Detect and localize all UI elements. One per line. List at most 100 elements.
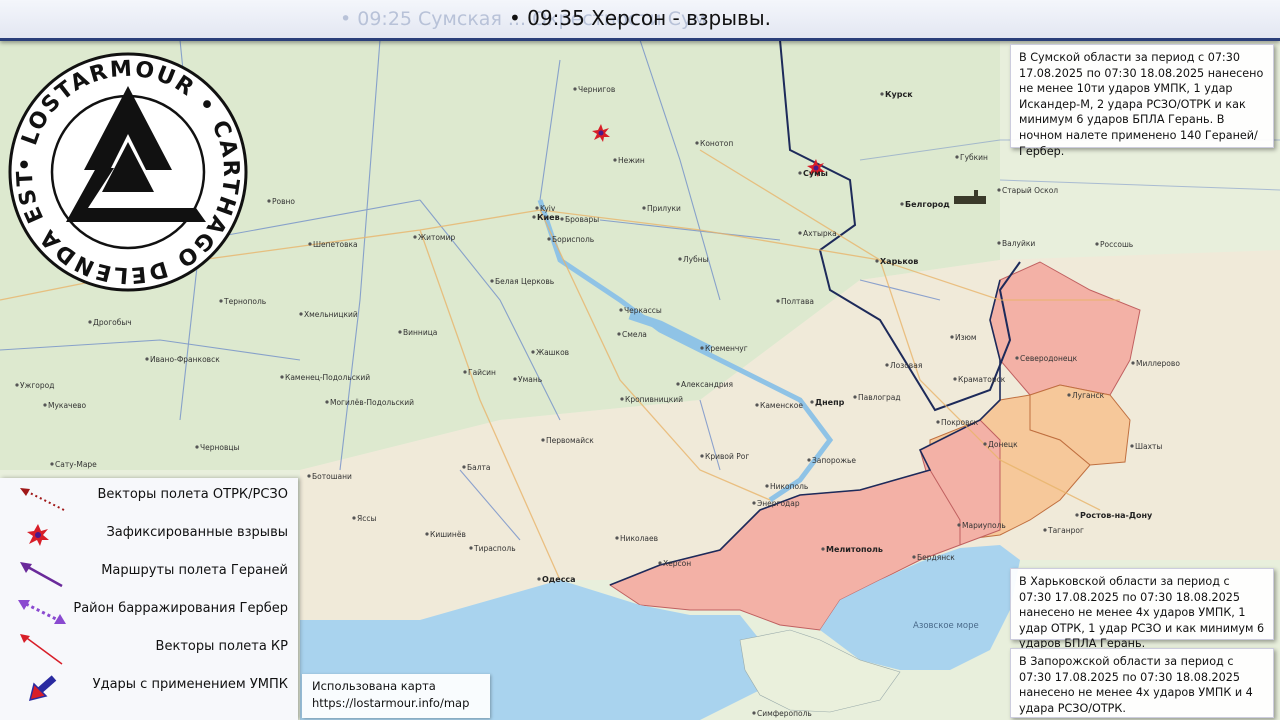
city-label-brovary: Бровары xyxy=(565,215,599,224)
city-dot-kharkov xyxy=(875,259,879,263)
city-label-kremenchug: Кременчуг xyxy=(705,344,748,353)
city-label-rovno: Ровно xyxy=(272,197,295,206)
city-label-mukachevo: Мукачево xyxy=(48,401,87,410)
city-label-satu-mare: Сату-Маре xyxy=(55,460,97,469)
city-dot-zaporozhye xyxy=(807,458,811,462)
city-label-kharkov: Харьков xyxy=(880,257,918,266)
city-label-borispol: Борисполь xyxy=(552,235,594,244)
city-dot-rossosh xyxy=(1095,242,1099,246)
city-label-zaporozhye: Запорожье xyxy=(812,456,856,465)
city-label-lozovaya: Лозовая xyxy=(890,361,922,370)
city-dot-taganrog xyxy=(1043,528,1047,532)
legend-label: Маршруты полета Гераней xyxy=(101,563,288,578)
city-dot-zhashkov xyxy=(531,350,535,354)
city-dot-uzhgorod xyxy=(15,383,19,387)
city-label-kamenets: Каменец-Подольский xyxy=(285,373,370,382)
city-label-valuyki: Валуйки xyxy=(1002,239,1035,248)
city-dot-gaysin xyxy=(463,370,467,374)
city-dot-kiev xyxy=(532,215,536,219)
city-label-balta: Балта xyxy=(467,463,491,472)
city-dot-uman xyxy=(513,377,517,381)
city-label-khmelnitsky: Хмельницкий xyxy=(304,310,358,319)
city-dot-kherson xyxy=(658,561,662,565)
city-label-severodonetsk: Северодонецк xyxy=(1020,354,1078,363)
city-dot-smela xyxy=(617,332,621,336)
info-box-sumy-text: В Сумской области за период с 07:30 17.0… xyxy=(1019,51,1264,158)
city-label-simferopol: Симферополь xyxy=(757,709,812,718)
city-dot-akhtyrka xyxy=(798,231,802,235)
legend-label: Зафиксированные взрывы xyxy=(106,525,288,540)
city-label-belgorod: Белгород xyxy=(905,200,950,209)
map-legend: Векторы полета ОТРК/РСЗО Зафиксированные… xyxy=(0,478,298,720)
map-credit: Использована карта https://lostarmour.in… xyxy=(302,674,490,718)
city-label-lubny: Лубны xyxy=(683,255,709,264)
city-dot-khmelnitsky xyxy=(299,312,303,316)
city-dot-gubkin xyxy=(955,155,959,159)
city-label-yassy: Яссы xyxy=(357,514,376,523)
city-label-sumy: Сумы xyxy=(803,169,828,178)
city-dot-belaya-tserkov xyxy=(490,279,494,283)
city-label-kamenskoe: Каменское xyxy=(760,401,803,410)
city-label-odessa: Одесса xyxy=(542,575,576,584)
city-label-nikopol: Никополь xyxy=(770,482,808,491)
city-dot-botoshani xyxy=(307,474,311,478)
legend-item-geran-routes: Маршруты полета Гераней xyxy=(0,554,298,592)
city-dot-mogilev-podolsky xyxy=(325,400,329,404)
city-dot-sumy xyxy=(798,171,802,175)
city-dot-kremenchug xyxy=(700,346,704,350)
info-box-zaporozhye-text: В Запорожской области за период с 07:30 … xyxy=(1019,655,1253,715)
city-label-uman: Умань xyxy=(518,375,542,384)
city-label-aleksandriya: Александрия xyxy=(681,380,733,389)
info-box-sumy: В Сумской области за период с 07:30 17.0… xyxy=(1010,44,1274,158)
legend-item-otrk: Векторы полета ОТРК/РСЗО xyxy=(0,478,298,516)
info-box-kharkov: В Харьковской области за период с 07:30 … xyxy=(1010,568,1274,650)
city-label-stary-oskol: Старый Оскол xyxy=(1002,186,1058,195)
city-label-botoshani: Ботошани xyxy=(312,472,352,481)
city-dot-kishinev xyxy=(425,532,429,536)
city-dot-kamenskoe xyxy=(755,403,759,407)
city-dot-kursk xyxy=(880,92,884,96)
blue-arrow-icon xyxy=(28,675,57,702)
city-label-kishinev: Кишинёв xyxy=(430,530,466,539)
city-dot-lugansk xyxy=(1067,393,1071,397)
city-label-uzhgorod: Ужгород xyxy=(20,381,54,390)
city-label-shakhty: Шахты xyxy=(1135,442,1162,451)
info-box-kharkov-text: В Харьковской области за период с 07:30 … xyxy=(1019,575,1265,651)
city-dot-melitopol xyxy=(821,547,825,551)
city-dot-donetsk xyxy=(983,442,987,446)
city-label-gubkin: Губкин xyxy=(960,153,988,162)
city-dot-drogobych xyxy=(88,320,92,324)
city-dot-belgorod xyxy=(900,202,904,206)
city-label-azov-sea: Азовское море xyxy=(913,621,979,631)
double-arrow-icon xyxy=(18,600,66,624)
city-dot-brovary xyxy=(560,217,564,221)
city-label-nikolaev: Николаев xyxy=(620,534,658,543)
city-label-millerovo: Миллерово xyxy=(1136,359,1180,368)
city-dot-nikopol xyxy=(765,484,769,488)
city-dot-krivoy-rog xyxy=(700,454,704,458)
city-label-izyum: Изюм xyxy=(955,333,977,342)
city-label-akhtyrka: Ахтырка xyxy=(803,229,837,238)
city-dot-ivano-frankovsk xyxy=(145,357,149,361)
red-arrow-icon xyxy=(20,634,63,665)
purple-arrow-icon xyxy=(20,562,63,588)
city-dot-pokrovsk xyxy=(936,420,940,424)
city-label-poltava: Полтава xyxy=(781,297,814,306)
city-dot-millerovo xyxy=(1131,361,1135,365)
city-dot-zhitomir xyxy=(413,235,417,239)
city-label-rostov: Ростов-на-Дону xyxy=(1080,511,1153,520)
city-dot-izyum xyxy=(950,335,954,339)
city-label-chernigov: Чернигов xyxy=(578,85,615,94)
city-label-konotop: Конотоп xyxy=(700,139,733,148)
city-label-smela: Смела xyxy=(622,330,647,339)
info-box-zaporozhye: В Запорожской области за период с 07:30 … xyxy=(1010,648,1274,718)
credit-link[interactable]: https://lostarmour.info/map xyxy=(312,695,480,712)
city-dot-berdyansk xyxy=(912,555,916,559)
city-label-cherkassy: Черкассы xyxy=(624,306,662,315)
city-dot-shakhty xyxy=(1130,444,1134,448)
city-dot-kropivnitsky xyxy=(620,397,624,401)
city-label-shepetovka: Шепетовка xyxy=(313,240,358,249)
city-dot-shepetovka xyxy=(308,242,312,246)
city-dot-chernovtsy xyxy=(195,445,199,449)
city-dot-valuyki xyxy=(997,241,1001,245)
